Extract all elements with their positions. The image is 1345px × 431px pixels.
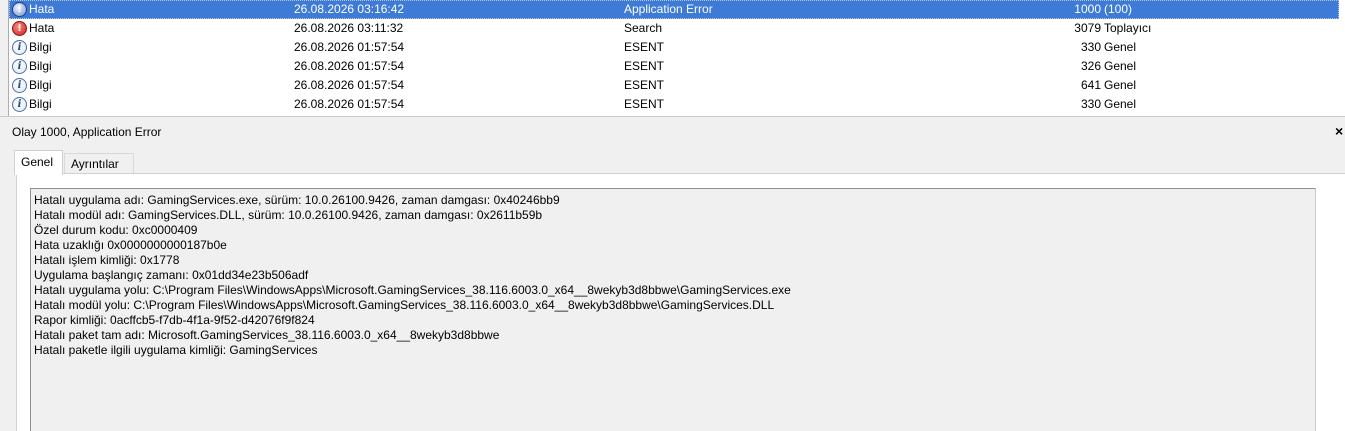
event-id: 3079 [1074,21,1101,35]
event-level: Bilgi [29,78,52,92]
event-source: ESENT [624,59,665,73]
event-date: 26.08.2026 01:57:54 [294,59,405,73]
event-row[interactable]: i Bilgi 26.08.2026 01:57:54 ESENT 641 Ge… [9,76,1345,95]
event-row[interactable]: ! Hata 26.08.2026 03:11:32 Search 3079 T… [9,19,1345,38]
event-row[interactable]: ! Hata 26.08.2026 03:16:42 Application E… [9,0,1339,19]
event-source: ESENT [624,97,665,111]
message-line: Hatalı paket tam adı: Microsoft.GamingSe… [34,328,500,342]
message-line: Hatalı modül yolu: C:\Program Files\Wind… [34,298,775,312]
event-id: 330 [1080,97,1101,111]
event-category: Toplayıcı [1104,21,1152,35]
event-date: 26.08.2026 03:11:32 [294,21,404,35]
event-level: Hata [29,21,55,35]
event-source: ESENT [624,40,665,54]
message-line: Hatalı modül adı: GamingServices.DLL, sü… [34,208,543,222]
error-icon: ! [12,21,27,36]
tab-details[interactable]: Ayrıntılar [64,153,134,174]
event-category: Genel [1104,97,1137,111]
tab-panel-general: Hatalı uygulama adı: GamingServices.exe,… [16,173,1345,431]
event-category: (100) [1104,2,1133,16]
info-icon: i [12,97,27,112]
info-icon: i [12,40,27,55]
message-line: Rapor kimliği: 0acffcb5-f7db-4f1a-9f52-d… [34,313,315,327]
event-row[interactable]: i Bilgi 26.08.2026 01:57:54 ESENT 330 Ge… [9,95,1345,114]
message-line: Hatalı paketle ilgili uygulama kimliği: … [34,343,318,357]
event-source: ESENT [624,78,665,92]
info-icon: i [12,78,27,93]
event-source: Search [624,21,663,35]
info-icon: i [12,59,27,74]
error-icon: ! [12,2,27,17]
event-date: 26.08.2026 01:57:54 [294,97,405,111]
detail-header: Olay 1000, Application Error × [0,121,1345,143]
message-line: Hata uzaklığı 0x0000000000187b0e [34,238,227,252]
event-message-box[interactable]: Hatalı uygulama adı: GamingServices.exe,… [30,188,1316,431]
event-id: 641 [1080,78,1101,92]
event-category: Genel [1104,78,1137,92]
event-category: Genel [1104,40,1137,54]
message-line: Hatalı uygulama adı: GamingServices.exe,… [34,193,560,207]
message-line: Hatalı uygulama yolu: C:\Program Files\W… [34,283,791,297]
event-date: 26.08.2026 01:57:54 [294,40,405,54]
event-id: 326 [1080,59,1101,73]
event-category: Genel [1104,59,1137,73]
event-row[interactable]: i Bilgi 26.08.2026 01:57:54 ESENT 326 Ge… [9,57,1345,76]
event-level: Bilgi [29,59,52,73]
event-row[interactable]: i Bilgi 26.08.2026 01:57:54 ESENT 330 Ge… [9,38,1345,57]
message-line: Uygulama başlangıç zamanı: 0x01dd34e23b5… [34,268,309,282]
event-level: Bilgi [29,97,52,111]
event-viewer: ! Hata 26.08.2026 03:16:42 Application E… [0,0,1345,431]
tab-general[interactable]: Genel [14,150,63,175]
event-source: Application Error [624,2,713,16]
event-date: 26.08.2026 01:57:54 [294,78,405,92]
event-level: Hata [29,2,55,16]
message-line: Özel durum kodu: 0xc0000409 [34,223,198,237]
event-id: 1000 [1074,2,1101,16]
event-id: 330 [1080,40,1101,54]
event-date: 26.08.2026 03:16:42 [294,2,405,16]
detail-title: Olay 1000, Application Error [12,125,162,139]
event-level: Bilgi [29,40,52,54]
event-list[interactable]: ! Hata 26.08.2026 03:16:42 Application E… [8,0,1345,116]
message-line: Hatalı işlem kimliği: 0x1778 [34,253,180,267]
close-icon[interactable]: × [1335,123,1345,139]
